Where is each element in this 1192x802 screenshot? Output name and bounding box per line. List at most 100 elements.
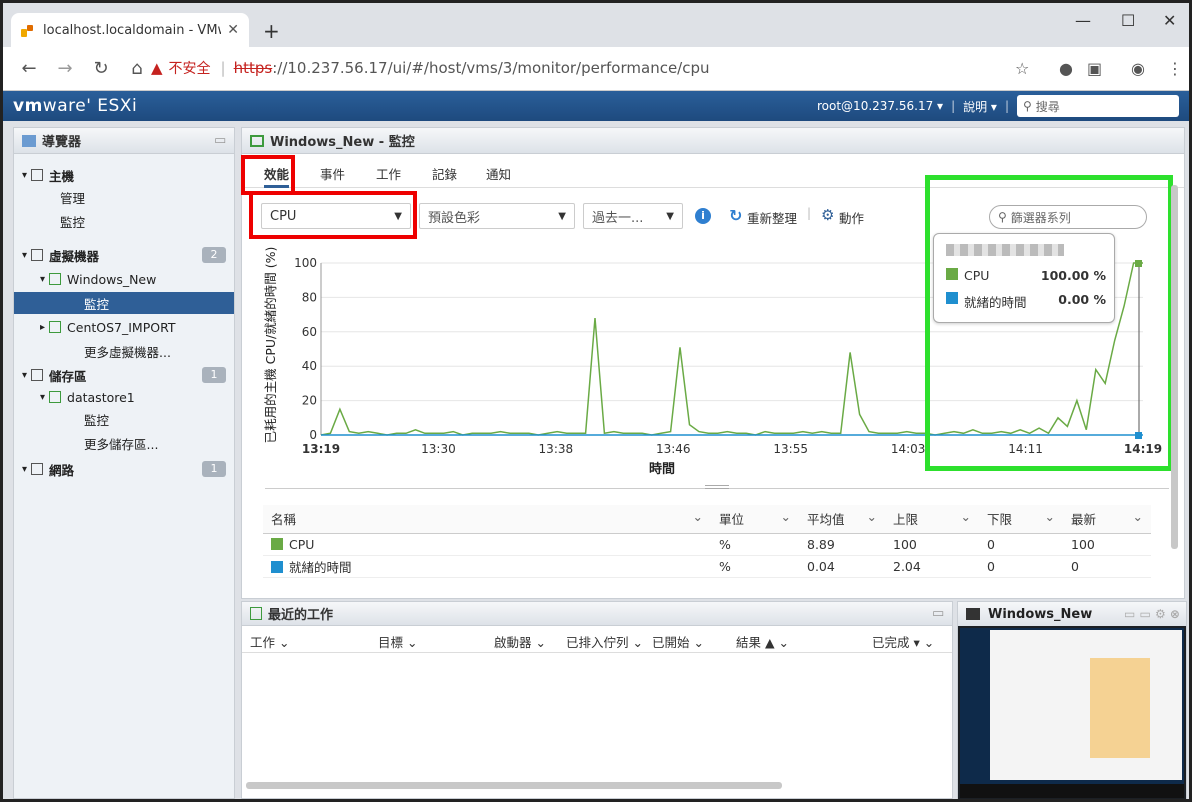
maximize-button[interactable]: ☐ xyxy=(1121,11,1135,30)
column-header-label: 單位 xyxy=(719,512,745,528)
expand-arrow-icon[interactable]: ▸ xyxy=(40,322,45,333)
expand-arrow-icon[interactable]: ▾ xyxy=(22,370,27,381)
column-header[interactable]: 下限 ⌄ xyxy=(979,505,1063,534)
tab-notifications[interactable]: 通知 xyxy=(486,164,511,183)
nav-item[interactable]: 管理 xyxy=(14,186,234,208)
nav-item[interactable]: 監控 xyxy=(14,408,234,430)
nav-item[interactable]: ▾ Windows_New xyxy=(14,268,234,290)
back-arrow-icon[interactable]: ← xyxy=(19,58,39,79)
header-divider: | xyxy=(1004,99,1009,113)
value-cell: 0.04 xyxy=(799,555,885,578)
url-field[interactable]: ▲ 不安全 | https ://10.237.56.17/ui/#/host/… xyxy=(151,53,1021,83)
header-search-input[interactable]: ⚲ 搜尋 xyxy=(1017,95,1179,117)
column-header[interactable]: 名稱 ⌄ xyxy=(263,505,711,534)
vm-icon xyxy=(250,134,264,147)
monitor-title: Windows_New - 監控 xyxy=(270,135,415,150)
expand-arrow-icon[interactable]: ▾ xyxy=(22,250,27,261)
collapse-panel-icon[interactable]: ▭ xyxy=(932,606,944,621)
nav-item[interactable]: 監控 xyxy=(14,292,234,314)
chevron-down-icon[interactable]: ⌄ xyxy=(1133,509,1143,524)
task-column-header[interactable]: 已開始 ⌄ xyxy=(652,632,704,651)
nav-item[interactable]: 監控 xyxy=(14,210,234,232)
thumbnail-actions-icon[interactable]: ▭ ▭ ⚙ ⊗ xyxy=(1124,607,1180,621)
cell-text: 就緒的時間 xyxy=(289,559,352,575)
task-column-header[interactable]: 啟動器 ⌄ xyxy=(494,632,546,651)
color-select[interactable]: 預設色彩 ▼ xyxy=(419,203,575,229)
cell-text: 100 xyxy=(1071,536,1095,552)
metric-select[interactable]: CPU ▼ xyxy=(261,203,411,229)
esxi-header: vmware' ESXi root@10.237.56.17 ▾ | 說明 ▾ … xyxy=(3,91,1189,121)
nav-item[interactable]: ▾ 虛擬機器 2 xyxy=(14,244,234,266)
actions-button[interactable]: 動作 xyxy=(839,208,864,227)
chevron-down-icon[interactable]: ⌄ xyxy=(867,509,877,524)
chevron-down-icon[interactable]: ⌄ xyxy=(693,509,703,524)
console-icon xyxy=(966,608,980,620)
menu-dots-icon[interactable]: ⋮ xyxy=(1167,59,1183,78)
tasks-icon xyxy=(250,607,262,620)
nav-item[interactable]: ▾ 儲存區 1 xyxy=(14,364,234,386)
user-menu[interactable]: root@10.237.56.17 ▾ xyxy=(817,99,943,113)
new-tab-button[interactable]: + xyxy=(263,19,280,43)
task-column-header[interactable]: 目標 ⌄ xyxy=(378,632,417,651)
time-range-select[interactable]: 過去一... ▼ xyxy=(583,203,683,229)
extension-o-icon[interactable]: ● xyxy=(1059,59,1073,78)
info-icon[interactable]: i xyxy=(695,208,711,224)
task-column-header[interactable]: 結果 ▲ ⌄ xyxy=(736,632,789,651)
column-header[interactable]: 單位 ⌄ xyxy=(711,505,799,534)
nav-item[interactable]: ▾ 主機 xyxy=(14,164,234,186)
tab-close-icon[interactable]: ✕ xyxy=(227,22,239,38)
expand-arrow-icon[interactable]: ▾ xyxy=(22,464,27,475)
reload-icon[interactable]: ↻ xyxy=(91,58,111,79)
expand-arrow-icon[interactable]: ▾ xyxy=(40,274,45,285)
main-scrollbar[interactable] xyxy=(1171,185,1178,549)
vmware-favicon-icon xyxy=(21,23,35,37)
tab-events[interactable]: 事件 xyxy=(320,164,345,183)
nav-item[interactable]: 更多虛擬機器... xyxy=(14,340,234,362)
profile-icon[interactable]: ◉ xyxy=(1131,59,1145,78)
stats-table: 名稱 ⌄ 單位 ⌄ 平均值 ⌄ 上限 ⌄ 下限 ⌄ 最新 ⌄ CPU% 8.89 100 0 100 就緒的時間… xyxy=(263,505,1151,578)
task-column-header[interactable]: 已排入佇列 ⌄ xyxy=(566,632,643,651)
bookmark-star-icon[interactable]: ☆ xyxy=(1015,59,1029,78)
nav-item[interactable]: 更多儲存區... xyxy=(14,432,234,454)
help-menu[interactable]: 說明 ▾ xyxy=(963,98,997,115)
extension-square-icon[interactable]: ▣ xyxy=(1087,59,1102,78)
expand-arrow-icon[interactable]: ▾ xyxy=(40,392,45,403)
vm-console-thumbnail[interactable]: Windows_New ▭ ▭ ⚙ ⊗ xyxy=(957,601,1187,799)
value-cell: 2.04 xyxy=(885,555,979,578)
tab-tasks[interactable]: 工作 xyxy=(376,164,401,183)
browser-window: localhost.localdomain - VMwar ✕ + — ☐ ✕ … xyxy=(0,0,1192,802)
collapse-panel-icon[interactable]: ▭ xyxy=(214,133,226,148)
task-column-header[interactable]: 工作 ⌄ xyxy=(250,632,289,651)
column-header[interactable]: 上限 ⌄ xyxy=(885,505,979,534)
browser-tabbar: localhost.localdomain - VMwar ✕ + — ☐ ✕ xyxy=(3,3,1189,47)
browser-tab[interactable]: localhost.localdomain - VMwar ✕ xyxy=(11,13,249,47)
column-header[interactable]: 平均值 ⌄ xyxy=(799,505,885,534)
series-name-cell: 就緒的時間 xyxy=(263,555,711,578)
value-cell: 0 xyxy=(1063,555,1151,578)
close-window-button[interactable]: ✕ xyxy=(1163,11,1176,30)
minimize-button[interactable]: — xyxy=(1075,11,1091,30)
tasks-hscrollbar[interactable] xyxy=(246,782,782,789)
nav-item[interactable]: ▾ datastore1 xyxy=(14,386,234,408)
value-cell: % xyxy=(711,555,799,578)
forward-arrow-icon[interactable]: → xyxy=(55,58,75,79)
table-row[interactable]: 就緒的時間% 0.04 2.04 0 0 xyxy=(263,555,1151,578)
chevron-down-icon[interactable]: ⌄ xyxy=(781,509,791,524)
refresh-button[interactable]: 重新整理 xyxy=(747,208,797,227)
chevron-down-icon[interactable]: ⌄ xyxy=(961,509,971,524)
nav-item[interactable]: ▾ 網路 1 xyxy=(14,458,234,480)
gear-icon[interactable]: ⚙ xyxy=(821,206,834,224)
expand-arrow-icon[interactable]: ▾ xyxy=(22,170,27,181)
tab-logs[interactable]: 記錄 xyxy=(432,164,457,183)
home-icon[interactable]: ⌂ xyxy=(127,58,147,79)
task-column-header[interactable]: 已完成 ▾ ⌄ xyxy=(872,632,934,651)
column-header[interactable]: 最新 ⌄ xyxy=(1063,505,1151,534)
recent-tasks-header: 最近的工作 ▭ xyxy=(242,602,952,626)
table-row[interactable]: CPU% 8.89 100 0 100 xyxy=(263,533,1151,556)
refresh-icon[interactable]: ↻ xyxy=(729,206,742,225)
chevron-down-icon[interactable]: ⌄ xyxy=(1045,509,1055,524)
nav-item[interactable]: ▸ CentOS7_IMPORT xyxy=(14,316,234,338)
value-cell: 100 xyxy=(885,533,979,556)
node-icon xyxy=(31,369,44,381)
splitter-grip-icon[interactable] xyxy=(705,485,729,489)
